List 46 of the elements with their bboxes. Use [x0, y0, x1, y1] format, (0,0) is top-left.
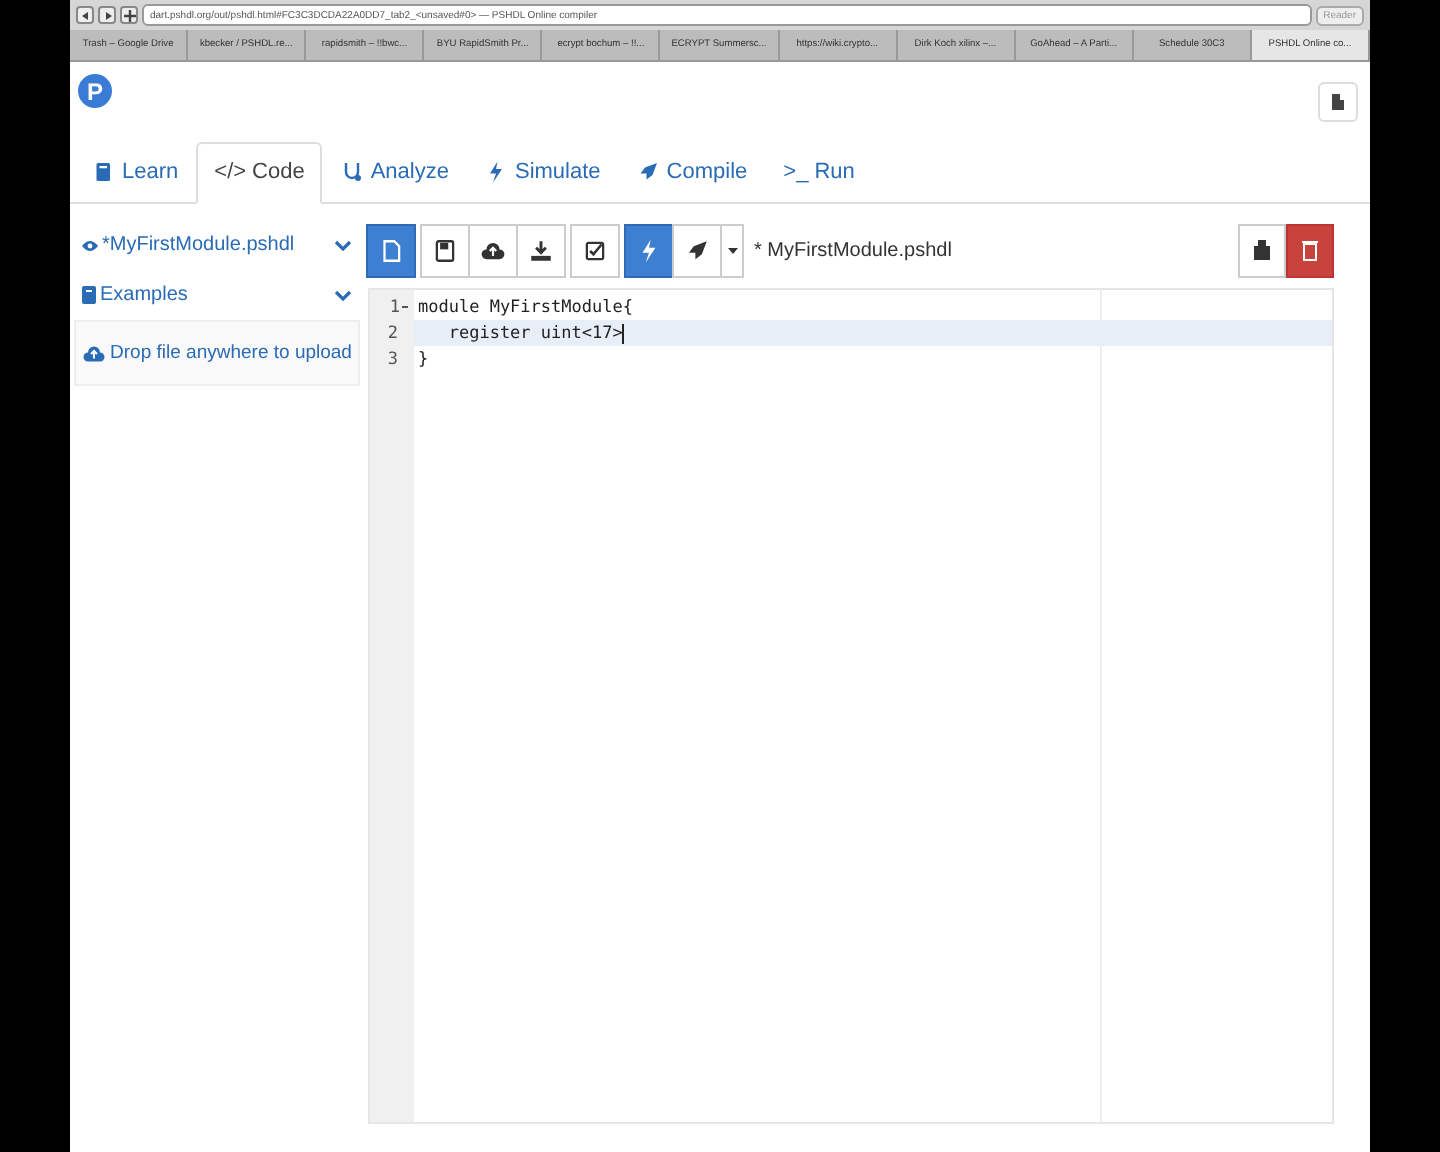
- nav-tab[interactable]: >_ Run: [765, 142, 873, 204]
- upload-drop-zone[interactable]: Drop file anywhere to upload: [74, 320, 360, 386]
- nav-tab[interactable]: Learn: [74, 142, 197, 204]
- new-tab-button[interactable]: [120, 6, 138, 24]
- code-line: }: [416, 347, 431, 372]
- code-line: module MyFirstModule{: [416, 295, 635, 320]
- download-icon: [528, 237, 554, 263]
- nav-tab[interactable]: </> Code: [196, 142, 323, 204]
- toolbar-button[interactable]: [366, 223, 416, 277]
- rocket-icon: [636, 158, 661, 186]
- line-number: 3: [385, 347, 400, 372]
- print-button[interactable]: [1238, 223, 1286, 277]
- check-icon: [582, 237, 608, 263]
- line-number: 2: [385, 321, 400, 346]
- chevron-icon[interactable]: [334, 239, 352, 251]
- nav-tab[interactable]: Analyze: [322, 142, 467, 204]
- delete-button[interactable]: [1286, 223, 1334, 277]
- examples-item[interactable]: Examples: [100, 284, 188, 306]
- settings-button[interactable]: [1318, 82, 1358, 122]
- nav-tab[interactable]: Compile: [618, 142, 766, 204]
- fold-icon[interactable]: [402, 304, 408, 310]
- toolbar-button[interactable]: [624, 223, 674, 277]
- save-icon: [432, 237, 458, 263]
- plus-icon: [123, 9, 135, 21]
- eye-icon: [82, 239, 98, 251]
- logo: P: [78, 74, 112, 108]
- file-item[interactable]: *MyFirstModule.pshdl: [102, 234, 295, 256]
- nav-tab[interactable]: Simulate: [466, 142, 619, 204]
- forward-icon: [101, 9, 113, 21]
- dropdown-button[interactable]: [720, 223, 744, 277]
- caret-icon: [727, 247, 737, 253]
- line-number: 1: [370, 294, 414, 320]
- code-editor[interactable]: 1 2 3 module MyFirstModule{ register uint<17> }: [368, 288, 1334, 1124]
- file-title: * MyFirstModule.pshdl: [754, 239, 952, 261]
- book-icon: [82, 286, 96, 304]
- back-icon: [79, 9, 91, 21]
- chevron-icon[interactable]: [334, 289, 352, 301]
- rocket-icon: [684, 237, 710, 263]
- upload-icon: [480, 237, 506, 263]
- new-file-icon: [378, 237, 404, 263]
- book-icon: [92, 158, 116, 186]
- forward-button[interactable]: [98, 6, 116, 24]
- cloud-upload-icon: [82, 343, 107, 363]
- stethoscope-icon: [340, 158, 365, 186]
- trash-icon: [1300, 238, 1320, 262]
- back-button[interactable]: [76, 6, 94, 24]
